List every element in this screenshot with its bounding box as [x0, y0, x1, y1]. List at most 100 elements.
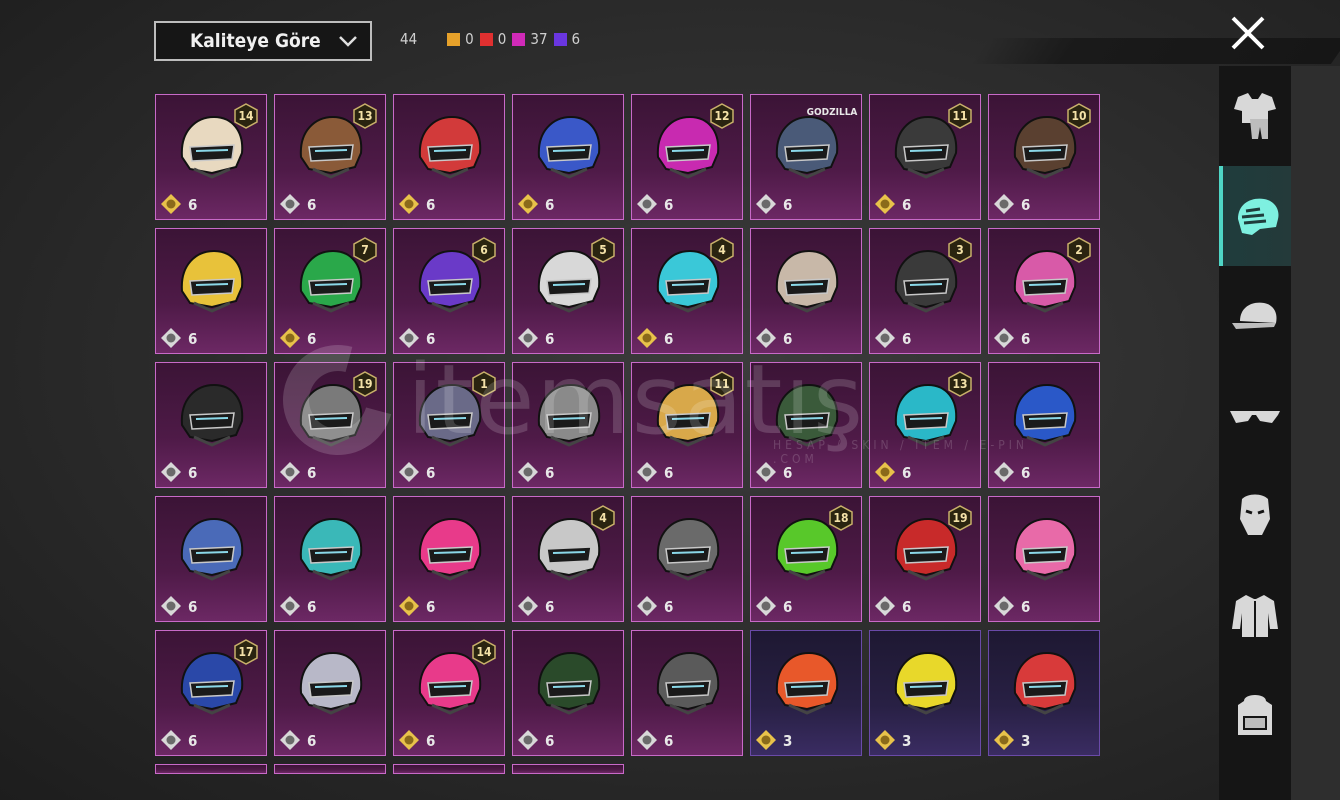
item-card[interactable]: 6	[988, 362, 1100, 488]
helmet-image	[180, 249, 244, 313]
item-count: 6	[1021, 598, 1031, 616]
item-card[interactable]: 6	[750, 228, 862, 354]
item-card[interactable]: 6	[393, 496, 505, 622]
item-card[interactable]: 19 6	[274, 362, 386, 488]
item-card[interactable]: 36	[869, 228, 981, 354]
gold-coin-icon	[756, 730, 776, 750]
item-count: 6	[783, 598, 793, 616]
silver-coin-icon	[756, 194, 776, 214]
item-card[interactable]: 6	[155, 362, 267, 488]
silver-coin-icon	[875, 328, 895, 348]
sort-dropdown[interactable]: Kaliteye Göre	[154, 21, 372, 61]
item-count: 6	[188, 196, 198, 214]
item-card[interactable]: 26	[988, 228, 1100, 354]
item-card[interactable]: 11 6	[631, 362, 743, 488]
item-card[interactable]: 6	[988, 496, 1100, 622]
item-card[interactable]: 10 6	[988, 94, 1100, 220]
category-helmet[interactable]	[1219, 166, 1291, 266]
item-card[interactable]: 6	[631, 630, 743, 756]
level-badge-text: 4	[599, 511, 607, 525]
silver-coin-icon	[518, 730, 538, 750]
helmet-image	[775, 249, 839, 313]
item-card[interactable]: 6	[750, 362, 862, 488]
item-count: 6	[307, 330, 317, 348]
gold-coin-icon	[875, 730, 895, 750]
item-card[interactable]: GODZILLA 6	[750, 94, 862, 220]
item-card[interactable]: 14 6	[155, 94, 267, 220]
count-red: 0	[479, 30, 506, 48]
item-card[interactable]: 6	[512, 630, 624, 756]
chevron-down-icon	[339, 36, 357, 47]
silver-coin-icon	[637, 194, 657, 214]
item-card-partial[interactable]	[274, 764, 386, 774]
item-card[interactable]: 56	[512, 228, 624, 354]
item-count: 6	[902, 330, 912, 348]
item-card[interactable]: 46	[631, 228, 743, 354]
item-count: 6	[307, 732, 317, 750]
category-backpack[interactable]	[1219, 666, 1291, 766]
item-card[interactable]: 6	[631, 496, 743, 622]
item-card[interactable]: 18 6	[750, 496, 862, 622]
category-outfit[interactable]	[1219, 66, 1291, 166]
level-badge: 3	[948, 237, 972, 263]
level-badge-text: 4	[718, 243, 726, 257]
silver-coin-icon	[399, 328, 419, 348]
category-jacket[interactable]	[1219, 566, 1291, 666]
level-badge-text: 11	[952, 109, 968, 123]
item-card-partial[interactable]	[393, 764, 505, 774]
level-badge-text: 2	[1075, 243, 1083, 257]
mask-icon	[1240, 494, 1270, 535]
item-count: 6	[426, 464, 436, 482]
item-count: 6	[902, 464, 912, 482]
item-card[interactable]: 13 6	[869, 362, 981, 488]
item-card[interactable]: 6	[274, 630, 386, 756]
item-card[interactable]: 76	[274, 228, 386, 354]
level-badge: 7	[353, 237, 377, 263]
item-card[interactable]: 3	[988, 630, 1100, 756]
item-card[interactable]: 6	[512, 362, 624, 488]
item-card[interactable]: 66	[393, 228, 505, 354]
item-card[interactable]: 6	[274, 496, 386, 622]
item-card[interactable]: 17 6	[155, 630, 267, 756]
helmet-image	[894, 651, 958, 715]
silver-coin-icon	[161, 596, 181, 616]
category-cap[interactable]	[1219, 266, 1291, 366]
item-card[interactable]: 3	[869, 630, 981, 756]
item-card[interactable]: 16	[393, 362, 505, 488]
gold-coin-icon	[399, 194, 419, 214]
level-badge-text: 17	[238, 645, 254, 659]
silver-coin-icon	[518, 596, 538, 616]
item-card-partial[interactable]	[512, 764, 624, 774]
silver-coin-icon	[280, 462, 300, 482]
silver-coin-icon	[280, 194, 300, 214]
item-count: 6	[545, 330, 555, 348]
item-card[interactable]: 3	[750, 630, 862, 756]
category-glasses[interactable]	[1219, 366, 1291, 466]
item-card[interactable]: 6	[155, 496, 267, 622]
silver-coin-icon	[280, 730, 300, 750]
item-count: 3	[1021, 732, 1031, 750]
item-count: 6	[664, 196, 674, 214]
item-card-partial[interactable]	[155, 764, 267, 774]
gold-coin-icon	[161, 194, 181, 214]
item-card[interactable]: 14 6	[393, 630, 505, 756]
close-icon[interactable]	[1228, 13, 1268, 53]
item-card[interactable]: 11 6	[869, 94, 981, 220]
item-count: 6	[426, 330, 436, 348]
helmet-image	[1013, 383, 1077, 447]
item-card[interactable]: 46	[512, 496, 624, 622]
item-card[interactable]: 12 6	[631, 94, 743, 220]
count-orange: 0	[447, 30, 474, 48]
silver-coin-icon	[161, 462, 181, 482]
level-badge: 13	[948, 371, 972, 397]
item-count: 6	[545, 598, 555, 616]
silver-coin-icon	[280, 596, 300, 616]
category-mask[interactable]	[1219, 466, 1291, 566]
item-card[interactable]: 19 6	[869, 496, 981, 622]
item-card[interactable]: 13 6	[274, 94, 386, 220]
item-card[interactable]: 6	[512, 94, 624, 220]
helmet-image	[656, 651, 720, 715]
item-card[interactable]: 6	[155, 228, 267, 354]
item-card[interactable]: 6	[393, 94, 505, 220]
helmet-image	[656, 517, 720, 581]
